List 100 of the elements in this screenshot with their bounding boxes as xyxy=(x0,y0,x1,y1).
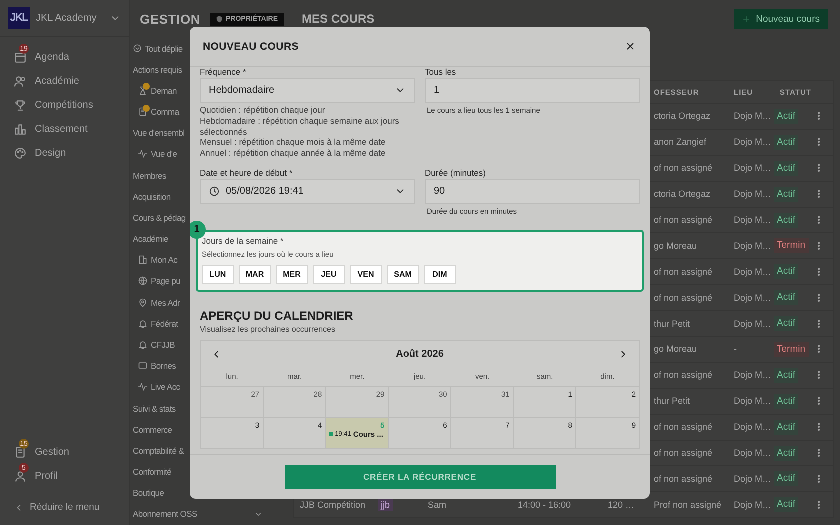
nav-link[interactable]: Mes Adr xyxy=(151,298,180,308)
teacher-cell-text: go Moreau xyxy=(653,240,698,251)
document-icon xyxy=(138,107,148,118)
nav-link[interactable]: Vue d'e xyxy=(151,149,178,160)
location-cell-text: Dojo M… xyxy=(733,448,773,458)
status-pill: Actif xyxy=(774,264,798,280)
nav-section[interactable]: Commerce xyxy=(133,424,172,435)
status-pill: Actif xyxy=(774,134,798,150)
nav-link[interactable]: Bornes xyxy=(151,361,176,372)
status-pill: Actif xyxy=(774,316,798,332)
frequency-select[interactable]: Hebdomadaire xyxy=(200,78,415,103)
nav-section[interactable]: Actions requis xyxy=(133,64,182,75)
sidebar-item[interactable]: Classement xyxy=(0,119,129,139)
close-icon[interactable] xyxy=(625,41,636,52)
location-cell-text: Dojo M… xyxy=(733,370,773,380)
status-pill: Termin xyxy=(774,342,809,357)
teacher-cell-text: of non assigné xyxy=(653,474,714,484)
day-cell-text: Sam xyxy=(427,500,448,510)
teacher-cell-text: of non assigné xyxy=(653,163,714,174)
location-cell-text: Dojo M… xyxy=(733,137,773,148)
weekday-toggle[interactable]: DIM xyxy=(424,264,456,284)
teacher-cell-text: of non assigné xyxy=(653,266,714,277)
location-cell-text: Dojo M… xyxy=(733,240,773,251)
status-pill: Actif xyxy=(774,497,798,512)
location-cell-text: Dojo M… xyxy=(733,292,773,303)
hourglass-icon xyxy=(138,86,148,96)
weekday-toggle[interactable]: JEU xyxy=(313,264,345,284)
section-title: APERÇU DU CALENDRIER xyxy=(200,308,354,323)
users-icon xyxy=(14,74,27,88)
discipline-tag: jjb xyxy=(378,498,394,511)
help-text: Hebdomadaire : répétition chaque semaine aux jours sélectionnés xyxy=(200,116,400,138)
status-pill: Actif xyxy=(774,368,798,383)
nav-link[interactable]: Mon Ac xyxy=(151,255,178,266)
document-icon xyxy=(14,446,27,458)
location-cell-text: Dojo M… xyxy=(733,163,773,174)
location-cell-text: Dojo M… xyxy=(733,318,773,329)
screen-icon xyxy=(138,361,148,372)
calendar-icon xyxy=(14,50,27,64)
teacher-cell-text: of non assigné xyxy=(653,448,714,458)
nav-link[interactable]: Comma xyxy=(151,107,180,118)
nav-section[interactable]: Acquisition xyxy=(133,192,171,202)
shield-icon xyxy=(216,16,223,22)
duration-input[interactable]: 90 xyxy=(425,178,640,204)
nav-section[interactable]: Cours & pédag xyxy=(133,212,186,223)
nav-section[interactable]: Membres xyxy=(133,170,166,181)
status-pill: Actif xyxy=(774,394,798,409)
nav-section[interactable]: Vue d'ensembl xyxy=(133,128,185,138)
academy-name: JKL Academy xyxy=(36,12,98,24)
bell-icon xyxy=(138,318,148,329)
location-cell-text: Dojo M… xyxy=(733,500,773,510)
weekday-toggle[interactable]: VEN xyxy=(350,264,382,284)
weekday-toggle[interactable]: MER xyxy=(276,264,308,284)
nav-link[interactable]: CFJJB xyxy=(151,340,176,350)
page-title: MES COURS xyxy=(302,12,375,26)
weekday-toggle[interactable]: SAM xyxy=(387,264,419,284)
nav-section[interactable]: Conformité xyxy=(133,467,172,478)
status-pill: Actif xyxy=(774,420,798,435)
teacher-cell-text: of non assigné xyxy=(653,292,714,303)
sidebar-item[interactable]: Compétitions xyxy=(0,95,129,115)
field-label: Date et heure de début * xyxy=(200,168,294,178)
expand-all-link[interactable]: Tout déplie xyxy=(145,44,183,54)
nav-link[interactable]: Live Acc xyxy=(151,382,180,392)
create-recurrence-button[interactable]: CRÉER LA RÉCURRENCE xyxy=(284,465,556,489)
nav-link[interactable]: Deman xyxy=(151,86,177,96)
nav-section[interactable]: Suivi & stats xyxy=(133,404,176,414)
teacher-cell-text: of non assigné xyxy=(653,370,714,380)
building-icon xyxy=(138,255,148,266)
nav-section[interactable]: Comptabilité & xyxy=(133,446,184,456)
nav-section[interactable]: Académie xyxy=(133,234,168,244)
weekday-toggle[interactable]: MAR xyxy=(239,264,271,284)
nav-link[interactable]: Fédérat xyxy=(151,318,178,329)
plus-icon xyxy=(742,14,752,24)
pin-icon xyxy=(138,298,148,308)
time-cell-text: 14:00 - 16:00 xyxy=(517,500,572,510)
location-cell-text: Dojo M… xyxy=(733,422,773,432)
location-cell-text: Dojo M… xyxy=(733,396,773,406)
field-label: Fréquence * xyxy=(200,67,248,77)
date-time-picker[interactable]: 05/08/2026 19:41 xyxy=(200,178,415,204)
nav-link[interactable]: Page pu xyxy=(151,276,181,286)
globe-icon xyxy=(138,276,148,286)
status-pill: Actif xyxy=(774,108,798,124)
sidebar-item[interactable]: Académie xyxy=(0,71,129,91)
nav-section[interactable]: Abonnement OSS xyxy=(133,509,198,520)
nav-section[interactable]: Boutique xyxy=(133,488,164,498)
new-course-button[interactable]: Nouveau cours xyxy=(734,9,828,29)
teacher-cell-text: Prof non assigné xyxy=(653,500,723,510)
sidebar-item[interactable]: Design xyxy=(0,143,129,163)
clock-icon xyxy=(209,186,220,197)
field-label: Tous les xyxy=(425,67,458,77)
modal-title: NOUVEAU COURS xyxy=(203,40,299,52)
weekday-toggle[interactable]: LUN xyxy=(202,264,234,284)
location-cell-text: Dojo M… xyxy=(733,111,773,122)
status-pill: Termin xyxy=(774,238,809,254)
interval-input[interactable]: 1 xyxy=(425,78,640,103)
status-pill: Actif xyxy=(774,212,798,228)
step-badge: 1 xyxy=(190,220,206,239)
status-pill: Actif xyxy=(774,446,798,461)
collapse-menu-link[interactable]: Réduire le menu xyxy=(30,502,100,513)
help-text: Mensuel : répétition chaque mois à la même date xyxy=(200,137,387,148)
pulse-icon xyxy=(138,149,148,160)
